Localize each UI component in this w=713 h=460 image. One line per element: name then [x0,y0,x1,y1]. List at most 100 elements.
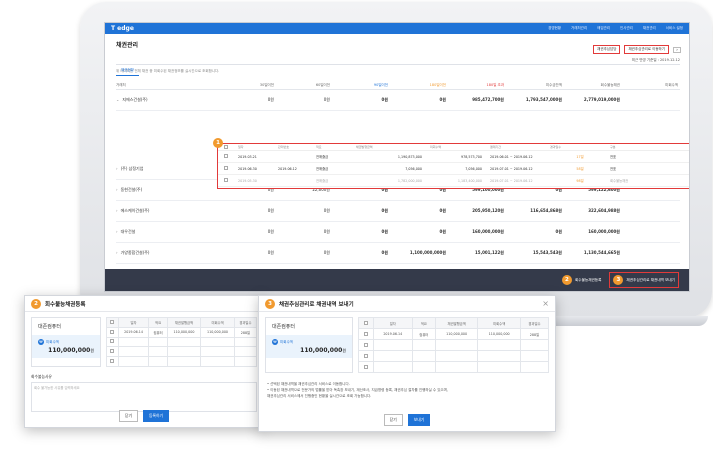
col-header[interactable]: 90일이전 [330,83,388,88]
step-badge: 2 [561,275,572,285]
nav-item[interactable]: 채권관리 [643,26,656,31]
table-header: 거래처 30일이전 60일이전 90일이전 180일이전 180일 초과 미수금… [116,82,680,90]
tab-bar: 채권현황 최근 반영 기준일 : 2019.12.12 [116,56,680,76]
dialog-title-bar: 2 회수불능채권등록 [25,296,263,312]
col-header: 미회수액 [430,145,442,149]
table-row[interactable]: 2019.03.21 전매출금 1,190,873,000 978,573,700 20… [218,151,689,163]
dialog-title-bar: 3 채권추심관리로 채권내역 보내기 × [259,296,555,312]
vendor-name: 대존컴퓨터 [38,324,62,330]
subtable-header: 일자 관리번호 적요 채권발행금액 미회수액 결제기간 경과일수 구분 [218,144,689,151]
vendor-name[interactable]: › (주) 삼정기업 [116,166,216,172]
row-checkbox[interactable] [224,166,238,171]
col-header[interactable]: 회수불능채권 [562,83,620,88]
col-header: 채권발행금액 [356,145,373,149]
bad-debt-register-action[interactable]: 2 회수불능채권등록 [561,275,601,285]
vendor-name: 대존컴퓨터 [272,324,296,330]
table-row [106,336,258,348]
close-button[interactable]: 닫기 [383,414,403,426]
nav-item[interactable]: 거래처관리 [571,26,587,31]
table-row[interactable]: 2019.06.14 컴퓨터 110,000,000 110,000,000 2… [358,328,550,340]
brand-logo: T edge [111,25,134,32]
expand-icon[interactable]: ⌄ [116,97,119,102]
vendor-card: 대존컴퓨터 ₩ 미회수액 110,000,000원 [31,317,101,367]
table-row[interactable]: ⌄ 지에스건설(주) 0원 0원 0원 0원 985,472,700원 1,793,547,0… [116,90,680,111]
col-header[interactable]: 180일이전 [388,83,446,88]
table-row[interactable]: › 에스케이건설(주) 0원 0원 0원 0원 205,950,120원 116,654,86… [116,201,680,222]
coin-icon: ₩ [272,339,278,345]
vendor-name[interactable]: ⌄ 지에스건설(주) [116,97,216,103]
vendor-name[interactable]: › 에스케이건설(주) [116,208,216,214]
col-header: 결제기간 [490,145,502,149]
col-header[interactable]: 미수금잔액 [504,83,562,88]
table-row[interactable]: 2019.06.30 2019.06.12 전매출금 7,056,000 7,056,0… [218,163,689,175]
unpaid-label: ₩ 미회수액 [272,339,293,345]
table-row[interactable]: 2019.05.30 전매출금 1,782,000,000 1,183,400,000… [218,175,689,187]
go-collection-button[interactable]: 채권추심관리로 이동하기 [624,45,669,54]
cell: 0원 [381,208,388,213]
collection-manager-button[interactable]: 채권추심담당 [593,45,621,54]
cell: 985,472,700원 [472,97,504,102]
cell: 0원 [323,97,330,102]
cell: 0원 [267,229,274,234]
selected-invoice-table: 일자 적요 채권발행금액 미회수액 경과일수 2019.06.14 컴퓨터 11… [106,317,258,367]
cell: 0원 [381,229,388,234]
more-icon[interactable]: › [673,46,681,53]
cell: 0원 [439,208,446,213]
unpaid-amount: 110,000,000원 [48,347,94,354]
select-checkbox[interactable] [358,317,374,329]
col-header: 관리번호 [278,145,290,149]
app-screen: T edge 경영현황 거래처관리 매입관리 인사관리 채권관리 서비스 설정 … [104,22,690,292]
col-header[interactable]: 180일 초과 [446,83,504,88]
page-description: 위 데이터는 전체 채권 중 미회수된 채권정보를 실시간으로 조회합니다. [116,69,220,73]
vendor-name[interactable]: › 대우건설 [116,229,216,235]
tab-receivable-status[interactable]: 채권현황 [116,68,139,76]
top-navbar: T edge 경영현황 거래처관리 매입관리 인사관리 채권관리 서비스 설정 [105,23,689,34]
expand-icon[interactable]: › [116,187,118,192]
reason-textarea[interactable]: 회수 불가능한 사유를 입력하세요 [31,382,257,412]
expand-icon[interactable]: › [116,229,118,234]
close-icon[interactable]: × [542,299,549,308]
col-header[interactable]: 미회수액 [620,83,678,88]
cell: 1,130,544,665원 [583,250,620,255]
last-updated-date: 최근 반영 기준일 : 2019.12.12 [631,58,680,62]
vendor-name[interactable]: › 동현건설(주) [116,187,216,193]
register-button[interactable]: 등록하기 [143,410,169,422]
close-button[interactable]: 닫기 [119,410,138,422]
cell: 205,950,120원 [472,208,504,213]
table-row[interactable]: › 가양종합건설(주) 0원 0원 0원 1,100,000,000원 15,001,122… [116,243,680,264]
col-header: 적요 [148,317,168,328]
col-header: 적요 [411,317,436,329]
col-header: 채권발행금액 [434,317,479,329]
nav-item[interactable]: 경영현황 [548,26,561,31]
select-checkbox[interactable] [106,317,119,328]
table-row[interactable]: › 대우건설 0원 0원 0원 0원 160,000,000원 0원 160,000,000원 [116,222,680,243]
table-row[interactable]: 2019.06.14 컴퓨터 110,000,000 110,000,000 2… [106,326,258,338]
col-header: 경과일수 [550,145,562,149]
row-checkbox[interactable] [224,154,238,159]
cell: 1,793,547,000원 [525,97,562,102]
col-header: 적요 [316,145,322,149]
col-header[interactable]: 60일이전 [274,83,330,88]
table-row [358,350,550,362]
cell: 0원 [267,250,274,255]
dialog-footer: 닫기 보내기 [259,414,555,426]
nav-item[interactable]: 인사관리 [620,26,633,31]
expand-icon[interactable]: › [116,250,118,255]
cell: 0원 [267,97,274,102]
send-button[interactable]: 보내기 [407,414,431,426]
col-header[interactable]: 30일이전 [216,83,274,88]
send-to-collection-action[interactable]: 3 채권추심관리로 채권내역 보내기 [609,272,679,288]
expand-icon[interactable]: › [116,208,118,213]
vendor-name[interactable]: › 가양종합건설(주) [116,250,216,256]
cell: 0원 [439,229,446,234]
row-checkbox[interactable] [224,178,238,183]
cell: 0원 [323,250,330,255]
col-header: 미회수액 [200,317,235,328]
nav-item[interactable]: 서비스 설정 [666,26,683,31]
bad-debt-dialog: 2 회수불능채권등록 대존컴퓨터 ₩ 미회수액 110,000,000원 일자 적… [24,295,264,428]
marketing-screenshot: T edge 경영현황 거래처관리 매입관리 인사관리 채권관리 서비스 설정 … [0,0,713,460]
expand-icon[interactable]: › [116,166,118,171]
unpaid-label: ₩ 미회수액 [38,339,59,345]
select-all-checkbox[interactable] [224,144,238,150]
nav-item[interactable]: 매입관리 [597,26,610,31]
